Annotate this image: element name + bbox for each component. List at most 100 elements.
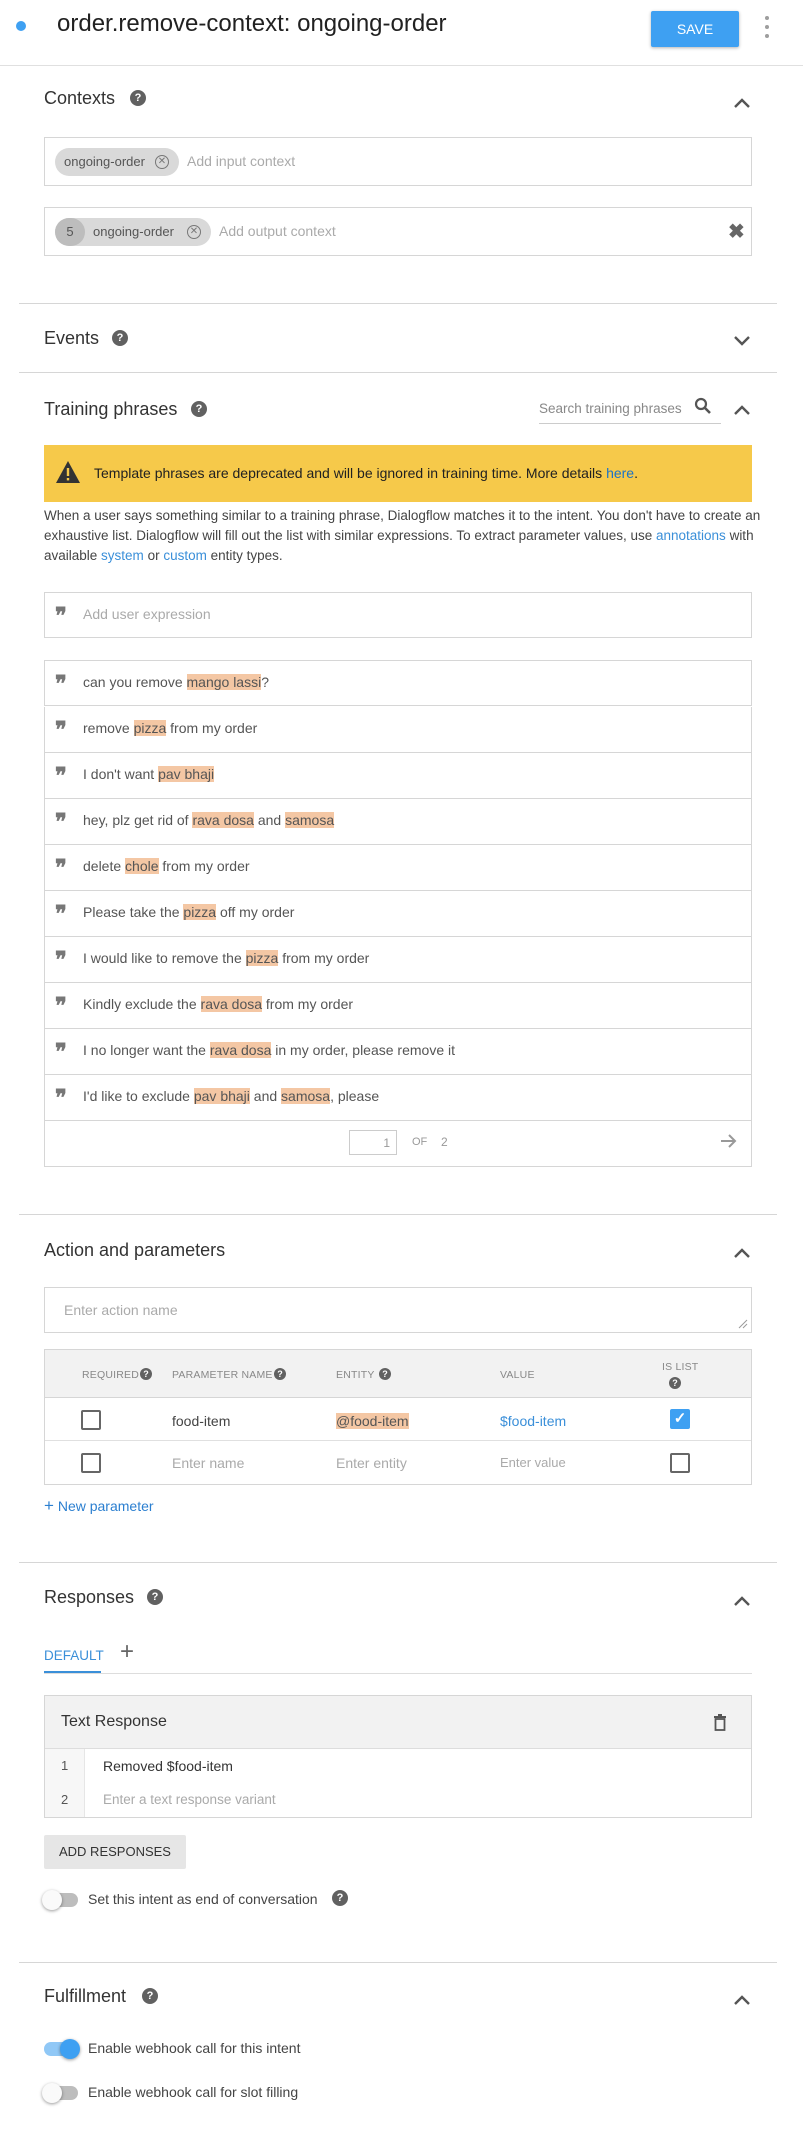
required-checkbox[interactable] [81,1410,101,1430]
training-phrase-text[interactable]: remove pizza from my order [83,720,257,736]
training-phrase-text[interactable]: Please take the pizza off my order [83,904,294,920]
annotated-entity[interactable]: mango lassi [186,674,262,690]
tab-divider [44,1673,752,1674]
more-options-icon[interactable] [764,16,770,38]
quote-icon: ❞ [55,717,67,743]
new-parameter-link[interactable]: + New parameter [44,1496,154,1516]
training-phrase-row[interactable]: ❞ I no longer want the rava dosa in my or… [44,1029,752,1075]
next-page-arrow-icon[interactable] [719,1133,737,1149]
text-response-variant-input[interactable]: Enter a text response variant [103,1792,276,1807]
annotated-entity[interactable]: chole [125,858,159,874]
warning-details-link[interactable]: here [606,465,634,481]
annotated-entity[interactable]: samosa [281,1088,331,1104]
action-name-input[interactable]: Enter action name [64,1302,178,1318]
custom-link[interactable]: custom [163,548,207,563]
responses-help-icon[interactable]: ? [147,1589,163,1605]
lifespan-badge[interactable]: 5 [55,218,85,246]
training-search-input[interactable]: Search training phrases [539,401,682,416]
training-phrase-row[interactable]: ❞ I'd like to exclude pav bhaji and samos… [44,1075,752,1121]
training-phrase-row[interactable]: ❞ Please take the pizza off my order [44,891,752,937]
input-context-field[interactable]: ongoing-order ✕ Add input context [44,137,752,186]
annotated-entity[interactable]: pav bhaji [193,1088,250,1104]
training-phrase-text[interactable]: I'd like to exclude pav bhaji and samosa… [83,1088,379,1104]
annotated-entity[interactable]: rava dosa [200,996,263,1012]
is-list-checkbox-empty[interactable] [670,1453,690,1473]
entity-help-icon[interactable]: ? [379,1368,391,1380]
add-tab-plus-icon[interactable]: + [120,1638,134,1666]
parameter-name-input[interactable]: Enter name [172,1455,244,1471]
training-phrase-row[interactable]: ❞ hey, plz get rid of rava dosa and samos… [44,799,752,845]
save-button[interactable]: SAVE [651,11,739,47]
webhook-toggle[interactable] [44,2039,80,2059]
training-phrase-text[interactable]: delete chole from my order [83,858,250,874]
training-help-icon[interactable]: ? [191,401,207,417]
text-response-card: Text Response 1 Removed $food-item 2 Ent… [44,1695,752,1818]
phrase-segment: in my order, please remove it [271,1042,455,1058]
annotated-entity[interactable]: samosa [285,812,335,828]
pagination: 1 OF 2 [44,1119,752,1167]
parameter-name-help-icon[interactable]: ? [274,1368,286,1380]
training-phrase-text[interactable]: can you remove mango lassi? [83,674,269,690]
responses-collapse-chevron-up-icon[interactable] [732,1594,752,1608]
text-response-title: Text Response [61,1713,167,1730]
quote-icon: ❞ [55,993,67,1019]
remove-output-context-icon[interactable]: ✕ [187,225,201,239]
training-phrase-row[interactable]: ❞ remove pizza from my order [44,707,752,753]
annotated-entity[interactable]: pizza [133,720,167,736]
end-conversation-help-icon[interactable]: ? [332,1890,348,1906]
is-list-help-icon[interactable]: ? [669,1377,681,1389]
text-response-line[interactable]: Removed $food-item [103,1758,233,1774]
parameter-entity[interactable]: @food-item [336,1413,409,1429]
required-help-icon[interactable]: ? [140,1368,152,1380]
action-collapse-chevron-up-icon[interactable] [732,1246,752,1260]
add-responses-button[interactable]: ADD RESPONSES [44,1835,186,1869]
tab-default[interactable]: DEFAULT [44,1648,104,1663]
training-phrase-row[interactable]: ❞ I would like to remove the pizza from m… [44,937,752,983]
search-icon[interactable] [694,397,712,415]
end-conversation-toggle[interactable] [42,1890,78,1910]
clear-output-contexts-icon[interactable]: ✖ [728,219,745,244]
events-help-icon[interactable]: ? [112,330,128,346]
training-phrase-text[interactable]: Kindly exclude the rava dosa from my ord… [83,996,353,1012]
system-link[interactable]: system [101,548,144,563]
action-name-field[interactable]: Enter action name [44,1287,752,1333]
resize-handle-icon[interactable] [738,1319,748,1329]
remove-input-context-icon[interactable]: ✕ [155,155,169,169]
parameter-value[interactable]: $food-item [500,1413,566,1429]
phrase-segment: from my order [158,858,250,874]
contexts-collapse-chevron-up-icon[interactable] [732,96,752,110]
training-phrase-text[interactable]: hey, plz get rid of rava dosa and samosa [83,812,335,828]
slot-filling-toggle[interactable] [42,2083,78,2103]
training-phrase-row[interactable]: ❞ Kindly exclude the rava dosa from my or… [44,983,752,1029]
contexts-help-icon[interactable]: ? [130,90,146,106]
annotated-entity[interactable]: pav bhaji [158,766,215,782]
required-checkbox-empty[interactable] [81,1453,101,1473]
annotated-entity[interactable]: rava dosa [209,1042,272,1058]
training-phrase-row[interactable]: ❞ delete chole from my order [44,845,752,891]
parameter-entity-input[interactable]: Enter entity [336,1455,407,1471]
add-user-expression-field[interactable]: ❞ Add user expression [44,592,752,638]
add-user-expression-input[interactable]: Add user expression [83,606,211,622]
training-phrase-text[interactable]: I don't want pav bhaji [83,766,215,782]
annotated-entity[interactable]: rava dosa [192,812,254,828]
training-collapse-chevron-up-icon[interactable] [732,403,752,417]
delete-trash-icon[interactable] [713,1713,727,1731]
parameter-name[interactable]: food-item [172,1413,230,1429]
fulfillment-help-icon[interactable]: ? [142,1988,158,2004]
training-phrase-row[interactable]: ❞ can you remove mango lassi? [44,660,752,706]
page-number-input[interactable]: 1 [349,1130,397,1155]
annotated-entity[interactable]: pizza [245,950,279,966]
fulfillment-collapse-chevron-up-icon[interactable] [732,1993,752,2007]
output-context-field[interactable]: 5 ongoing-order ✕ Add output context ✖ [44,207,752,256]
output-context-placeholder: Add output context [219,223,336,239]
parameter-value-input[interactable]: Enter value [500,1455,566,1470]
training-phrase-text[interactable]: I no longer want the rava dosa in my ord… [83,1042,455,1058]
training-phrase-row[interactable]: ❞ I don't want pav bhaji [44,753,752,799]
training-phrase-text[interactable]: I would like to remove the pizza from my… [83,950,369,966]
events-expand-chevron-down-icon[interactable] [732,334,752,348]
input-context-chip: ongoing-order ✕ [55,148,179,176]
annotations-link[interactable]: annotations [656,528,726,543]
annotated-entity[interactable]: pizza [183,904,217,920]
is-list-checkbox[interactable]: ✓ [670,1409,690,1429]
phrase-segment: from my order [278,950,370,966]
